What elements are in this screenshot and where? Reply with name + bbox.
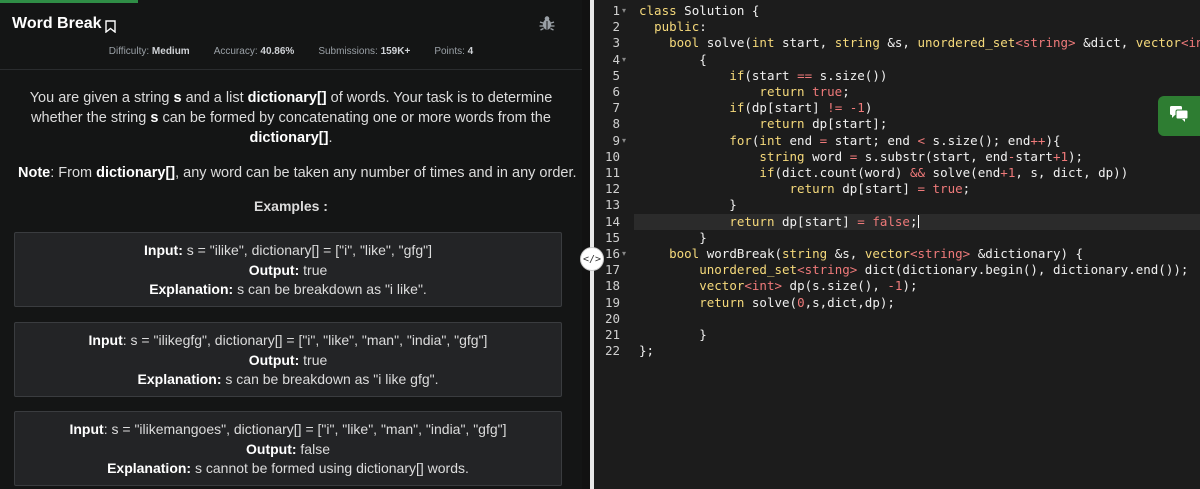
line-number: 19: [604, 294, 620, 310]
submissions-meta: Submissions: 159K+: [318, 46, 411, 57]
line-number: 21: [604, 327, 620, 342]
example-explanation: Explanation: s cannot be formed using di…: [107, 460, 469, 476]
problem-title: Word Break: [12, 15, 102, 32]
code-line[interactable]: if(dp[start] != -1): [639, 100, 872, 116]
chat-button[interactable]: [1158, 96, 1200, 136]
line-number: 14: [604, 213, 620, 229]
meta-divider: [0, 69, 582, 70]
line-number-gutter: 1 ▾ 2 3 4 ▾ 5 6 7 8 9 ▾ 10 11 12 13 14 15 16 ▾ 17 18 19 20 21 22: [594, 0, 634, 489]
line-number: 11: [604, 165, 620, 180]
problem-meta: Difficulty: Medium Accuracy: 40.86% Subm…: [0, 46, 582, 57]
code-line[interactable]: string word = s.substr(start, end-start+…: [639, 149, 1083, 165]
example-box: Input: s = "ilikemangoes", dictionary[] …: [14, 411, 562, 486]
example-input: Input: s = "ilikemangoes", dictionary[] …: [69, 421, 507, 437]
active-tab-indicator: [0, 0, 138, 3]
example-input: Input: s = "ilike", dictionary[] = ["i",…: [144, 242, 432, 258]
line-number: 10: [604, 148, 620, 164]
problem-description: You are given a string s and a list dict…: [29, 90, 553, 146]
code-line[interactable]: bool solve(int start, string &s, unorder…: [639, 35, 1200, 51]
example-output: Output: true: [248, 261, 328, 278]
code-line[interactable]: };: [639, 343, 654, 359]
bookmark-icon[interactable]: [104, 18, 116, 33]
example-box: Input: s = "ilike", dictionary[] = ["i",…: [14, 232, 562, 307]
code-line[interactable]: if(start == s.size()): [639, 68, 887, 84]
fold-toggle-icon[interactable]: ▾: [622, 246, 632, 262]
code-line[interactable]: }: [639, 230, 707, 246]
chat-icon: [1169, 105, 1189, 127]
difficulty-meta: Difficulty: Medium: [108, 46, 190, 57]
code-line[interactable]: }: [639, 197, 737, 213]
fold-toggle-icon[interactable]: ▾: [622, 133, 632, 149]
code-area[interactable]: class Solution { public: bool solve(int …: [634, 0, 1200, 489]
line-number: 20: [604, 310, 620, 326]
code-line[interactable]: for(int end = start; end < s.size(); end…: [639, 133, 1060, 149]
code-line[interactable]: public:: [639, 19, 707, 35]
fold-toggle-icon[interactable]: ▾: [622, 3, 632, 19]
code-line[interactable]: class Solution {: [639, 3, 759, 19]
code-line[interactable]: vector<int> dp(s.size(), -1);: [639, 278, 917, 294]
code-line[interactable]: }: [639, 327, 707, 343]
split-handle-icon[interactable]: </>: [580, 247, 604, 271]
text-cursor: [917, 214, 919, 228]
bug-icon[interactable]: [538, 14, 556, 32]
code-line[interactable]: return dp[start] = true;: [639, 181, 971, 197]
code-line[interactable]: {: [639, 52, 707, 68]
code-line[interactable]: bool wordBreak(string &s, vector<string>…: [639, 246, 1083, 262]
line-number: 2: [612, 19, 620, 35]
problem-panel: Word Break Difficulty: Medium Accuracy: …: [0, 0, 582, 489]
accuracy-meta: Accuracy: 40.86%: [213, 46, 295, 57]
fold-toggle-icon[interactable]: ▾: [622, 52, 632, 68]
examples-heading: Examples :: [254, 198, 328, 214]
line-number: 13: [604, 197, 620, 213]
line-number: 22: [604, 343, 620, 359]
example-output: Output: true: [248, 351, 328, 368]
code-line[interactable]: return dp[start];: [639, 116, 887, 132]
code-line[interactable]: return true;: [639, 84, 849, 100]
line-number: 9: [612, 132, 620, 148]
line-number: 8: [612, 116, 620, 132]
code-line[interactable]: if(dict.count(word) && solve(end+1, s, d…: [639, 165, 1128, 181]
code-line[interactable]: unordered_set<string> dict(dictionary.be…: [639, 262, 1188, 278]
line-number: 18: [604, 278, 620, 294]
line-number: 1: [612, 3, 620, 18]
line-number: 5: [612, 67, 620, 83]
problem-note: Note: From dictionary[], any word can be…: [18, 165, 577, 181]
code-editor[interactable]: 1 ▾ 2 3 4 ▾ 5 6 7 8 9 ▾ 10 11 12 13 14 15 16 ▾ 17 18 19 20 21 22 …: [594, 0, 1200, 489]
points-meta: Points: 4: [434, 46, 474, 57]
example-box: Input: s = "ilikegfg", dictionary[] = ["…: [14, 322, 562, 397]
line-number: 12: [604, 181, 620, 197]
line-number: 6: [612, 84, 620, 99]
line-number: 4: [612, 51, 620, 67]
line-number: 7: [612, 100, 620, 116]
example-input: Input: s = "ilikegfg", dictionary[] = ["…: [88, 332, 488, 348]
line-number: 15: [604, 229, 620, 245]
example-output: Output: false: [246, 440, 330, 457]
title-row: Word Break: [12, 12, 562, 36]
line-number: 3: [612, 35, 620, 51]
example-explanation: Explanation: s can be breakdown as "i li…: [137, 371, 439, 387]
code-line[interactable]: return dp[start] = false;: [639, 214, 919, 230]
example-explanation: Explanation: s can be breakdown as "i li…: [149, 281, 427, 297]
code-line[interactable]: return solve(0,s,dict,dp);: [639, 295, 895, 311]
